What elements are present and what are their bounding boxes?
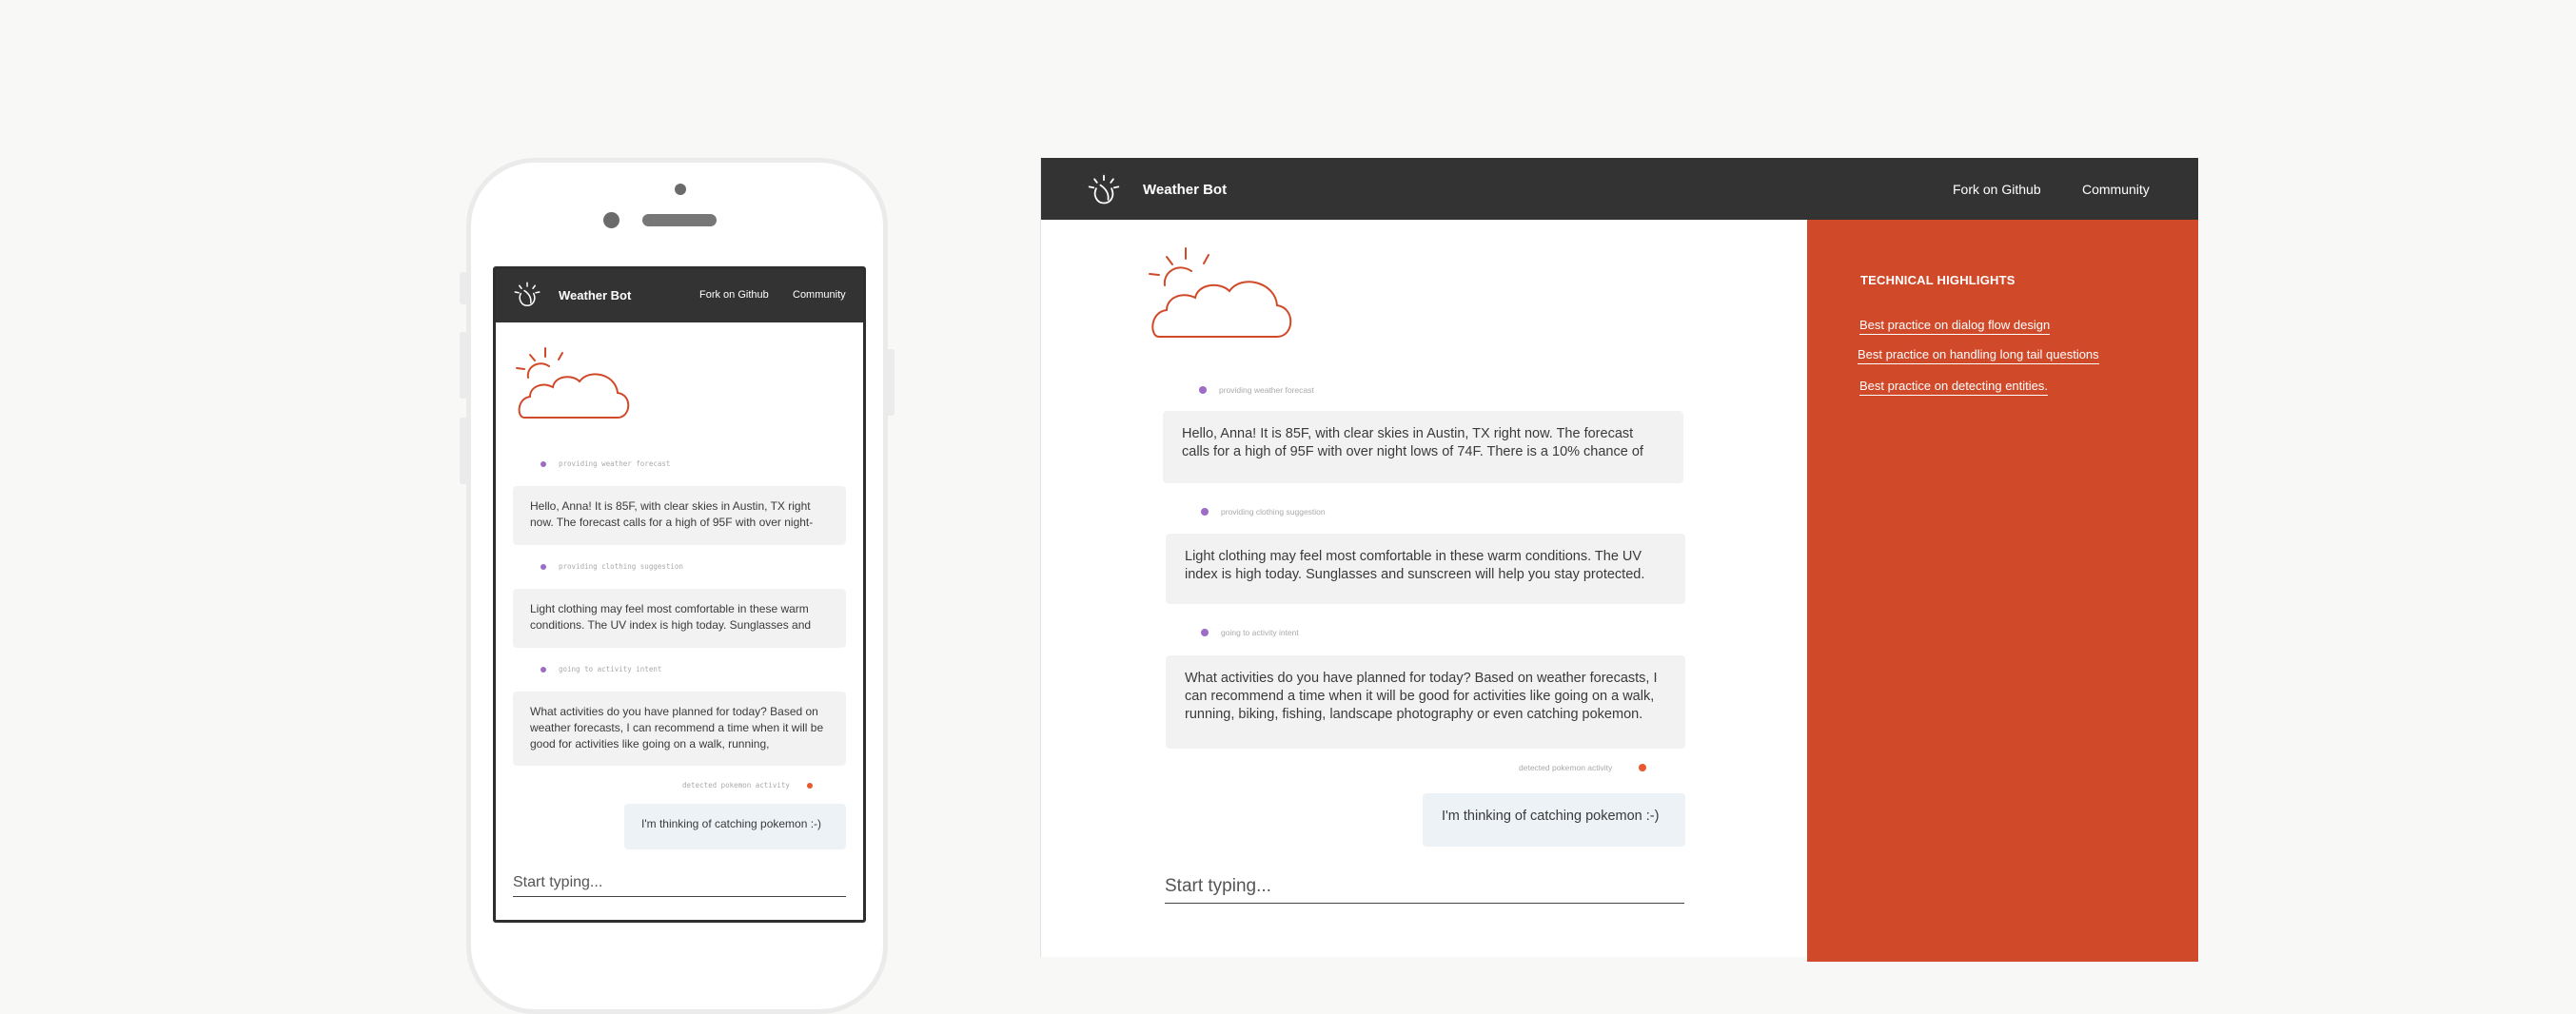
fork-github-link[interactable]: Fork on Github [1953,182,2041,197]
intent-label: providing clothing suggestion [559,562,683,571]
highlight-link-dialog-flow[interactable]: Best practice on dialog flow design [1859,318,2051,335]
phone-mockup: Weather Bot Fork on Github Community pro… [460,158,895,1014]
desktop-mockup: Weather Bot Fork on Github Community pro… [1040,158,2198,962]
bot-message: What activities do you have planned for … [513,692,846,766]
community-link[interactable]: Community [793,289,846,301]
bot-message: Light clothing may feel most comfortable… [1166,534,1685,604]
community-link[interactable]: Community [2082,182,2150,197]
watson-logo-icon[interactable] [1087,173,1121,207]
bot-dot [541,461,546,467]
desktop-navbar: Weather Bot Fork on Github Community [1041,158,2198,220]
phone-chat-input[interactable] [513,868,846,897]
highlights-title: TECHNICAL HIGHLIGHTS [1860,273,2016,287]
technical-highlights-panel: TECHNICAL HIGHLIGHTS Best practice on di… [1807,220,2198,962]
intent-label: providing clothing suggestion [1221,507,1326,517]
user-dot [1639,764,1646,771]
bot-message: What activities do you have planned for … [1166,655,1685,749]
watson-logo-icon[interactable] [513,281,541,309]
highlight-link-entities[interactable]: Best practice on detecting entities. [1859,379,2049,396]
brand-title: Weather Bot [1143,182,1228,198]
phone-navbar: Weather Bot Fork on Github Community [496,269,863,322]
fork-github-link[interactable]: Fork on Github [699,289,769,301]
user-message: I'm thinking of catching pokemon :-) [624,804,846,849]
phone-volume-up [460,332,467,399]
phone-power-button [887,349,895,416]
user-dot [807,783,813,789]
sun-cloud-icon [1149,247,1292,338]
phone-sensor [603,212,619,228]
bot-dot [541,667,546,673]
intent-label: going to activity intent [1221,628,1299,637]
bot-dot [1199,386,1207,394]
bot-dot [1201,508,1209,516]
bot-message: Light clothing may feel most comfortable… [513,589,846,648]
bot-dot [1201,629,1209,636]
phone-camera [675,184,686,195]
intent-label: detected pokemon activity [1519,763,1613,772]
user-message: I'm thinking of catching pokemon :-) [1423,793,1685,847]
intent-label: providing weather forecast [559,459,671,468]
phone-volume-down [460,418,467,484]
intent-label: going to activity intent [559,665,662,673]
bot-message: Hello, Anna! It is 85F, with clear skies… [513,486,846,545]
phone-screen: Weather Bot Fork on Github Community pro… [493,266,866,923]
bot-message: Hello, Anna! It is 85F, with clear skies… [1163,411,1683,483]
bot-dot [541,564,546,570]
phone-mute-switch [460,272,467,304]
highlight-link-long-tail[interactable]: Best practice on handling long tail ques… [1858,347,2099,364]
sun-cloud-icon [516,347,630,419]
intent-label: providing weather forecast [1219,385,1314,395]
phone-speaker [642,214,717,226]
desktop-chat-input[interactable] [1165,869,1684,904]
brand-title: Weather Bot [559,288,632,302]
intent-label: detected pokemon activity [682,781,790,790]
